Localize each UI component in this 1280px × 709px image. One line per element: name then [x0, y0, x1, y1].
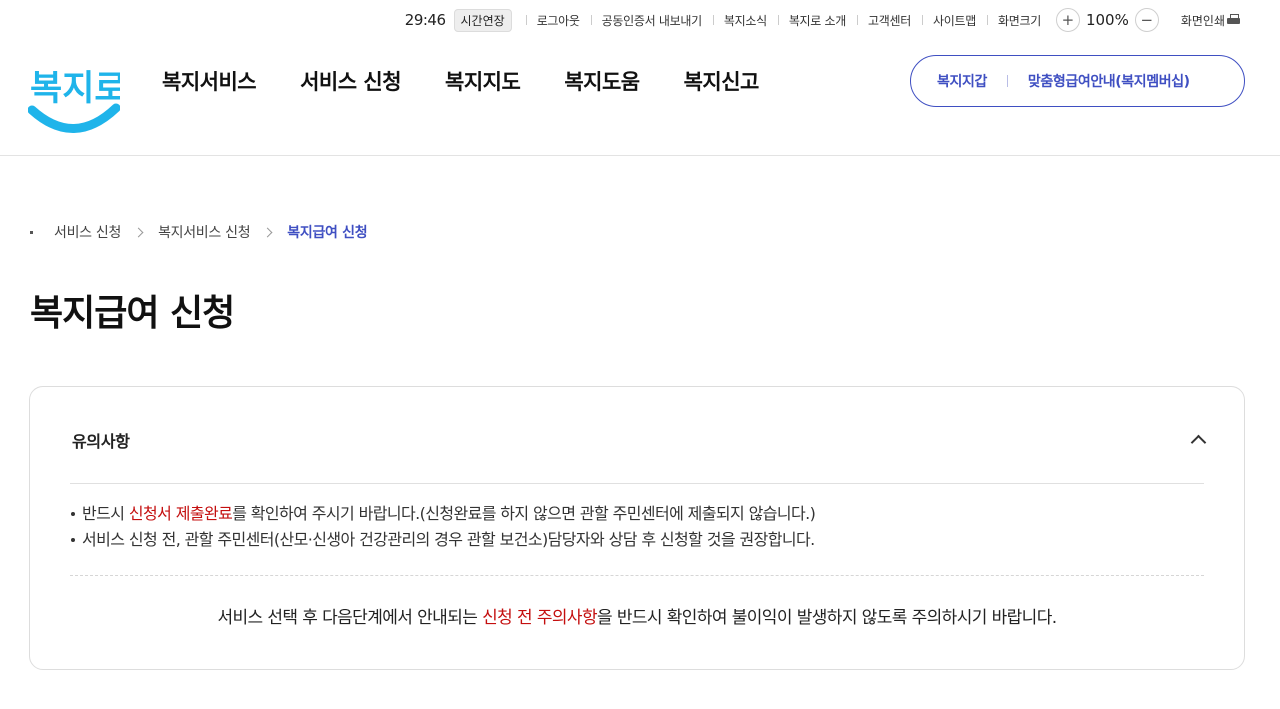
customer-center-link[interactable]: 고객센터 — [857, 12, 922, 29]
welfare-news-link[interactable]: 복지소식 — [712, 12, 778, 29]
header-divider — [0, 155, 1280, 156]
nav-welfare-help[interactable]: 복지도움 — [564, 66, 640, 96]
printer-icon — [1227, 14, 1240, 26]
nav-service-application[interactable]: 서비스 신청 — [300, 66, 401, 96]
notice-item-consultation: 서비스 신청 전, 관할 주민센터(산모·신생아 건강관리의 경우 관할 보건소… — [70, 527, 1210, 553]
zoom-in-button[interactable]: + — [1055, 8, 1080, 32]
screen-size-label: 화면크기 — [986, 12, 1052, 29]
notice-highlight-precautions: 신청 전 주의사항 — [482, 608, 597, 628]
collapse-toggle-button[interactable] — [1186, 427, 1210, 451]
zoom-out-button[interactable]: − — [1134, 8, 1159, 32]
welfare-wallet-link[interactable]: 복지지갑 — [937, 71, 987, 91]
print-label: 화면인쇄 — [1180, 13, 1225, 28]
notice-list: 반드시 신청서 제출완료를 확인하여 주시기 바랍니다.(신청완료를 하지 않으… — [70, 501, 1210, 553]
notice-highlight-submission: 신청서 제출완료 — [128, 504, 233, 523]
breadcrumb-welfare-service-application[interactable]: 복지서비스 신청 — [158, 222, 251, 242]
export-certificate-link[interactable]: 공동인증서 내보내기 — [590, 12, 713, 29]
breadcrumb: 서비스 신청 복지서비스 신청 복지급여 신청 — [30, 222, 368, 242]
notice-panel: 유의사항 반드시 신청서 제출완료를 확인하여 주시기 바랍니다.(신청완료를 … — [29, 386, 1245, 670]
sitemap-link[interactable]: 사이트맵 — [922, 12, 987, 29]
breadcrumb-bullet-icon — [30, 230, 33, 234]
quick-links: 복지지갑 맞춤형급여안내(복지멤버십) — [910, 55, 1245, 107]
nav-welfare-services[interactable]: 복지서비스 — [162, 66, 257, 96]
notice-bottom-message: 서비스 선택 후 다음단계에서 안내되는 신청 전 주의사항을 반드시 확인하여… — [217, 608, 1057, 628]
zoom-level: 100% — [1085, 11, 1129, 29]
bokjiro-logo[interactable]: 복지로 — [27, 52, 127, 136]
breadcrumb-current: 복지급여 신청 — [287, 225, 368, 241]
chevron-right-icon — [133, 227, 144, 237]
nav-welfare-report[interactable]: 복지신고 — [684, 66, 760, 96]
logo-mark: 복지로 — [27, 69, 127, 133]
extend-session-button[interactable]: 시간연장 — [453, 8, 512, 32]
chevron-right-icon — [262, 227, 273, 237]
breadcrumb-service-application[interactable]: 서비스 신청 — [54, 222, 121, 242]
notice-dashed-divider — [70, 575, 1204, 576]
logout-link[interactable]: 로그아웃 — [525, 12, 591, 29]
quick-links-divider — [1006, 75, 1008, 87]
utility-bar: 29:46 시간연장 로그아웃 공동인증서 내보내기 복지소식 복지로 소개 고… — [405, 8, 1240, 32]
about-link[interactable]: 복지로 소개 — [777, 12, 857, 29]
nav-welfare-map[interactable]: 복지지도 — [445, 66, 521, 96]
notice-divider — [70, 483, 1204, 484]
notice-heading: 유의사항 — [72, 432, 130, 451]
page-title: 복지급여 신청 — [30, 293, 235, 334]
notice-item-submission: 반드시 신청서 제출완료를 확인하여 주시기 바랍니다.(신청완료를 하지 않으… — [70, 501, 1210, 527]
main-nav: 복지서비스 서비스 신청 복지지도 복지도움 복지신고 — [162, 66, 759, 96]
chevron-up-icon — [1190, 434, 1206, 450]
session-timer: 29:46 — [404, 11, 446, 29]
welfare-membership-link[interactable]: 맞춤형급여안내(복지멤버십) — [1028, 71, 1190, 91]
logo-text: 복지로 — [30, 69, 120, 109]
print-button[interactable]: 화면인쇄 — [1181, 12, 1240, 29]
